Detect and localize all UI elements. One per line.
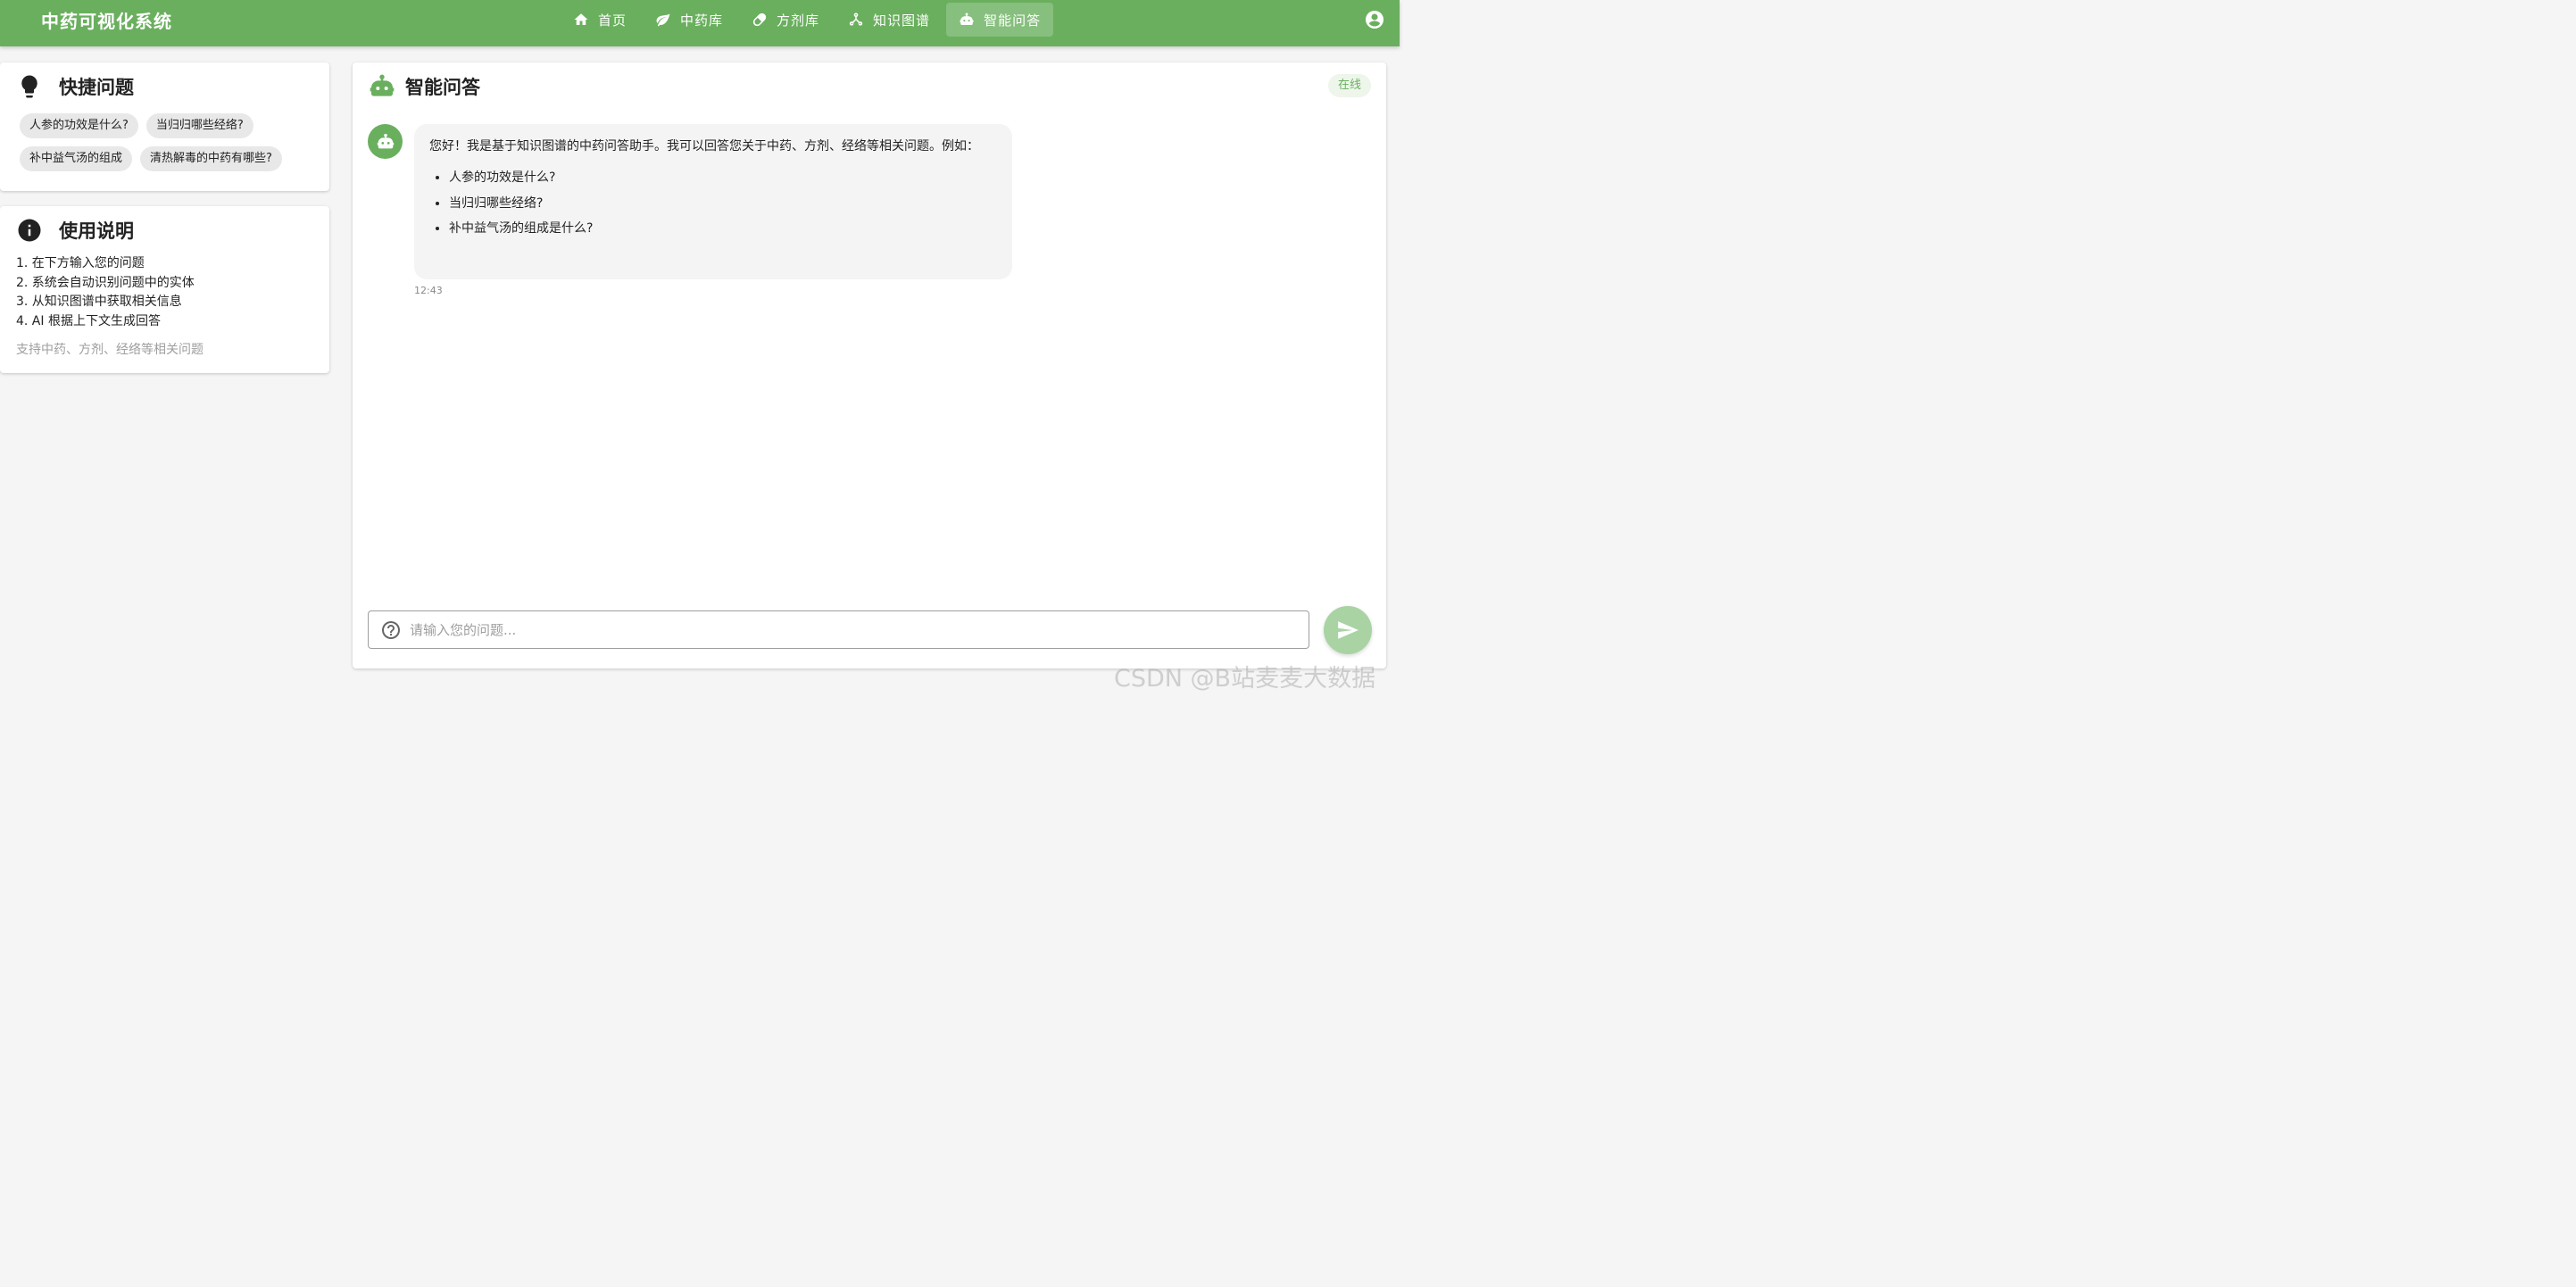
nav-item-knowledge-graph[interactable]: 知识图谱 bbox=[835, 3, 943, 37]
quick-question-chip[interactable]: 当归归哪些经络? bbox=[145, 113, 253, 138]
quick-question-chip[interactable]: 清热解毒的中药有哪些? bbox=[140, 146, 282, 171]
nav-item-label: 首页 bbox=[598, 12, 627, 29]
usage-step: 2. 系统会自动识别问题中的实体 bbox=[16, 275, 195, 290]
quick-question-chip[interactable]: 人参的功效是什么? bbox=[20, 113, 138, 138]
usage-step: 3. 从知识图谱中获取相关信息 bbox=[16, 295, 182, 310]
leaf-icon bbox=[656, 13, 670, 27]
usage-step: 1. 在下方输入您的问题 bbox=[16, 256, 145, 270]
chat-header: 智能问答 bbox=[368, 72, 480, 101]
avatar bbox=[368, 124, 403, 159]
send-icon bbox=[1338, 621, 1359, 639]
robot-icon bbox=[370, 74, 395, 96]
question-input[interactable] bbox=[410, 611, 1309, 648]
watermark: CSDN @B站麦麦大数据 bbox=[1114, 665, 1376, 693]
quick-question-chips: 人参的功效是什么? 当归归哪些经络? 补中益气汤的组成 清热解毒的中药有哪些? bbox=[20, 113, 323, 179]
nav-item-formulas[interactable]: 方剂库 bbox=[739, 3, 832, 37]
quick-questions-title: 快捷问题 bbox=[16, 73, 134, 100]
bot-message-bubble: 您好！我是基于知识图谱的中药问答助手。我可以回答您关于中药、方剂、经络等相关问题… bbox=[414, 124, 1012, 279]
message-examples: 人参的功效是什么? 当归归哪些经络? 补中益气汤的组成是什么? bbox=[429, 165, 997, 242]
chat-panel: 智能问答 在线 您好！我是基于知识图谱的中药问答助手。我可以回答您关于中药、方剂… bbox=[353, 62, 1386, 668]
card-title-text: 快捷问题 bbox=[59, 77, 134, 98]
question-input-field bbox=[368, 610, 1309, 649]
info-icon bbox=[18, 219, 41, 242]
nav-item-label: 智能问答 bbox=[984, 12, 1042, 29]
status-badge: 在线 bbox=[1328, 74, 1372, 97]
message-timestamp: 12:43 bbox=[414, 285, 443, 296]
quick-questions-card: 快捷问题 人参的功效是什么? 当归归哪些经络? 补中益气汤的组成 清热解毒的中药… bbox=[0, 62, 329, 191]
account-button[interactable] bbox=[1364, 9, 1385, 30]
help-circle-icon bbox=[382, 620, 400, 639]
graph-icon bbox=[849, 12, 863, 26]
main-nav: 首页 中药库 方剂库 知识图谱 智能问答 bbox=[561, 3, 1057, 37]
nav-item-smart-qa[interactable]: 智能问答 bbox=[946, 3, 1054, 37]
usage-title: 使用说明 bbox=[16, 217, 134, 244]
app-bar: 中药可视化系统 首页 中药库 方剂库 知识图谱 智能问答 bbox=[0, 0, 1400, 46]
card-title-text: 使用说明 bbox=[59, 220, 134, 242]
usage-note: 支持中药、方剂、经络等相关问题 bbox=[16, 343, 204, 357]
message-example: 当归归哪些经络? bbox=[449, 191, 997, 217]
robot-icon bbox=[960, 12, 974, 25]
quick-question-chip[interactable]: 补中益气汤的组成 bbox=[20, 146, 133, 171]
send-button[interactable] bbox=[1324, 606, 1372, 654]
home-icon bbox=[574, 13, 588, 25]
lightbulb-icon bbox=[21, 75, 37, 98]
message-example: 补中益气汤的组成是什么? bbox=[449, 216, 997, 242]
chat-title: 智能问答 bbox=[405, 77, 480, 98]
nav-item-label: 知识图谱 bbox=[873, 12, 931, 29]
usage-steps: 1. 在下方输入您的问题 2. 系统会自动识别问题中的实体 3. 从知识图谱中获… bbox=[16, 254, 195, 332]
pill-icon bbox=[752, 12, 767, 27]
nav-item-label: 中药库 bbox=[680, 12, 724, 29]
brand-title: 中药可视化系统 bbox=[41, 11, 172, 32]
usage-instructions-card: 使用说明 1. 在下方输入您的问题 2. 系统会自动识别问题中的实体 3. 从知… bbox=[0, 206, 329, 373]
robot-icon bbox=[377, 133, 394, 148]
message-example: 人参的功效是什么? bbox=[449, 165, 997, 191]
nav-item-herbs[interactable]: 中药库 bbox=[643, 3, 735, 37]
message-intro: 您好！我是基于知识图谱的中药问答助手。我可以回答您关于中药、方剂、经络等相关问题… bbox=[429, 139, 979, 154]
account-circle-icon bbox=[1366, 11, 1384, 29]
usage-step: 4. AI 根据上下文生成回答 bbox=[16, 314, 161, 329]
nav-item-home[interactable]: 首页 bbox=[561, 3, 639, 37]
nav-item-label: 方剂库 bbox=[777, 12, 820, 29]
